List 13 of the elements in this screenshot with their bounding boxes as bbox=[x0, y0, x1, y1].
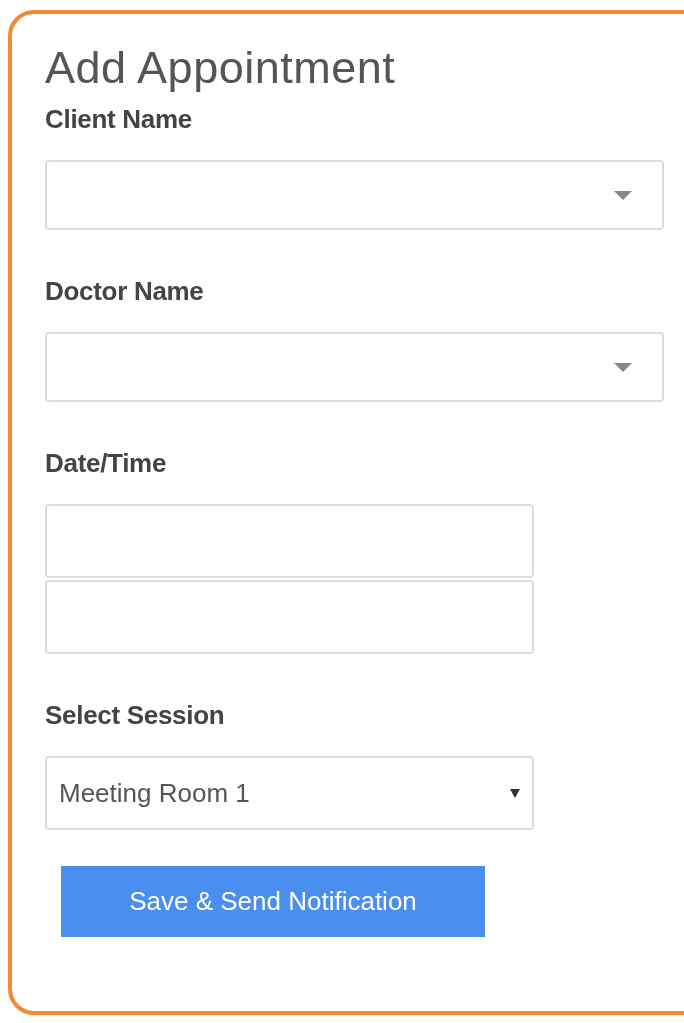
field-label: Select Session bbox=[45, 699, 226, 732]
time-field[interactable] bbox=[45, 580, 534, 654]
dropdown-field[interactable] bbox=[45, 332, 664, 402]
date-field[interactable] bbox=[45, 504, 534, 578]
field-label: Doctor Name bbox=[45, 275, 205, 308]
caret-icon bbox=[614, 190, 632, 200]
dropdown-field[interactable] bbox=[45, 160, 664, 230]
session-select[interactable]: Meeting Room 1 bbox=[45, 756, 534, 830]
field-label: Date/Time bbox=[45, 447, 168, 480]
form-title: Add Appointment bbox=[45, 41, 397, 95]
field-label: Client Name bbox=[45, 103, 193, 136]
caret-icon bbox=[614, 362, 632, 372]
caret-icon bbox=[510, 788, 520, 798]
